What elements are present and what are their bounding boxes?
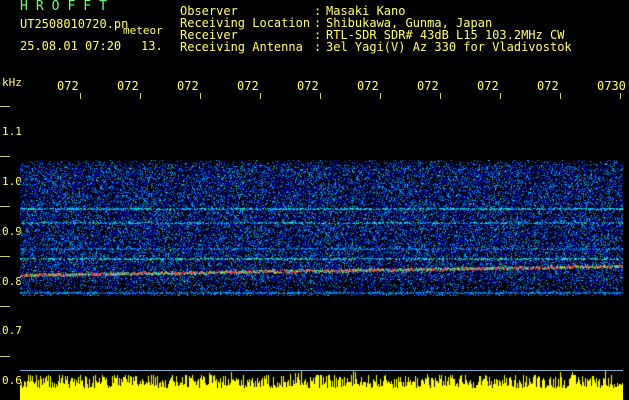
x-tick-mark xyxy=(200,93,201,99)
x-tick-label: 072 xyxy=(357,79,379,93)
header-value-antenna: 3el Yagi(V) Az 330 for Vladivostok xyxy=(326,40,572,54)
y-axis-unit: kHz xyxy=(2,76,22,89)
x-tick-mark xyxy=(440,93,441,99)
y-tick-label: 0.7 xyxy=(2,324,22,337)
x-tick-label: 072 xyxy=(417,79,439,93)
x-tick-mark xyxy=(80,93,81,99)
y-tick-mark xyxy=(0,306,10,307)
y-tick-mark xyxy=(0,356,10,357)
x-tick-mark xyxy=(560,93,561,99)
y-tick-label: 1.1 xyxy=(2,125,22,138)
x-tick-label: 072 xyxy=(237,79,259,93)
x-tick-mark xyxy=(140,93,141,99)
x-tick-mark xyxy=(620,93,621,99)
y-tick-mark xyxy=(0,106,10,107)
y-tick-mark xyxy=(0,256,10,257)
header-colon: : xyxy=(314,40,322,54)
spectrogram xyxy=(20,160,623,296)
y-tick-label: 1.0 xyxy=(2,175,22,188)
x-tick-label: 072 xyxy=(117,79,139,93)
x-tick-mark xyxy=(260,93,261,99)
hrofft-window: HROFFT UT2508010720.pn meteor 25.08.01 0… xyxy=(0,0,629,400)
x-tick-label: 072 xyxy=(177,79,199,93)
x-tick-label: 072 xyxy=(477,79,499,93)
y-tick-label: 0.8 xyxy=(2,275,22,288)
x-tick-label: 0730 xyxy=(597,79,626,93)
header-label-antenna: Receiving Antenna xyxy=(180,40,303,54)
x-tick-label: 072 xyxy=(297,79,319,93)
x-tick-mark xyxy=(500,93,501,99)
meteor-count: 13. xyxy=(141,39,163,53)
date-time: 25.08.01 07:20 xyxy=(20,39,122,53)
y-tick-label: 0.9 xyxy=(2,225,22,238)
y-tick-label: 0.6 xyxy=(2,374,22,387)
x-tick-mark xyxy=(380,93,381,99)
y-tick-mark xyxy=(0,156,10,157)
file-name: UT2508010720.pn xyxy=(20,17,129,31)
app-title: HROFFT xyxy=(20,0,115,14)
x-tick-mark xyxy=(320,93,321,99)
x-tick-label: 072 xyxy=(537,79,559,93)
y-tick-mark xyxy=(0,206,10,207)
file-suffix: meteor xyxy=(123,24,163,37)
x-tick-label: 072 xyxy=(57,79,79,93)
activity-histogram xyxy=(20,370,623,400)
